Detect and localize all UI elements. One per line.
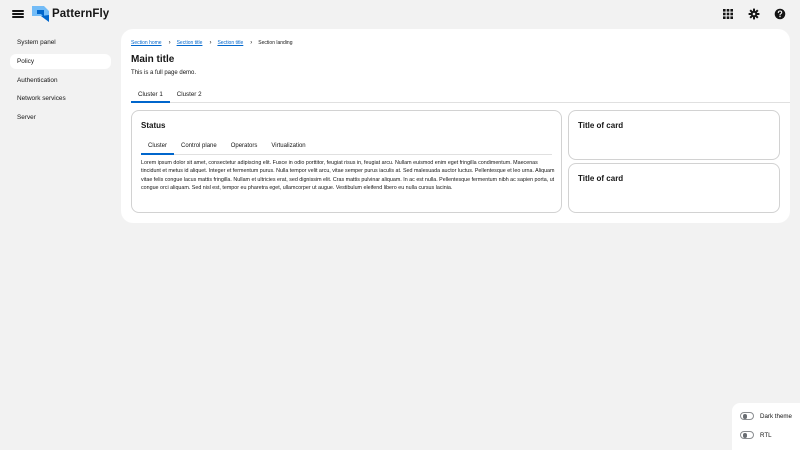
help-icon[interactable] bbox=[774, 8, 786, 20]
status-card: Status Cluster Control plane Operators V… bbox=[131, 110, 562, 213]
chevron-right-icon: › bbox=[250, 40, 253, 46]
status-card-body: Lorem ipsum dolor sit amet, consectetur … bbox=[141, 160, 555, 192]
tab-control-plane[interactable]: Control plane bbox=[174, 139, 224, 154]
tab-operators[interactable]: Operators bbox=[224, 139, 265, 154]
tab-cluster-1[interactable]: Cluster 1 bbox=[131, 87, 170, 103]
masthead: PatternFly bbox=[0, 0, 800, 28]
sidebar-item-network-services[interactable]: Network services bbox=[10, 91, 111, 106]
page-tabs: Cluster 1 Cluster 2 bbox=[131, 87, 790, 103]
sidebar-item-authentication[interactable]: Authentication bbox=[10, 73, 111, 88]
side-card-2-title: Title of card bbox=[578, 174, 624, 183]
tab-cluster[interactable]: Cluster bbox=[141, 139, 175, 155]
breadcrumb-current: Section landing bbox=[258, 40, 293, 46]
breadcrumb-link-section-home[interactable]: Section home bbox=[131, 40, 162, 46]
side-card-1: Title of card bbox=[568, 110, 780, 160]
sidebar-item-system-panel[interactable]: System panel bbox=[10, 35, 111, 50]
sidebar-nav: System panel Policy Authentication Netwo… bbox=[10, 35, 111, 129]
sidebar-item-policy[interactable]: Policy bbox=[10, 53, 111, 69]
rtl-label: RTL bbox=[760, 431, 772, 439]
status-card-title: Status bbox=[141, 121, 166, 130]
breadcrumb-link-section-title-1[interactable]: Section title bbox=[177, 40, 203, 46]
side-card-2: Title of card bbox=[568, 163, 780, 213]
dark-theme-switch[interactable] bbox=[740, 412, 754, 420]
page-title: Main title bbox=[131, 54, 175, 65]
theme-toggle-panel: Dark theme RTL bbox=[732, 403, 800, 450]
tab-virtualization[interactable]: Virtualization bbox=[264, 139, 312, 154]
grid-icon[interactable] bbox=[722, 8, 734, 20]
main-content: Section home › Section title › Section t… bbox=[121, 29, 790, 223]
brand-logo-link[interactable]: PatternFly bbox=[32, 6, 109, 22]
chevron-right-icon: › bbox=[168, 40, 171, 46]
rtl-toggle[interactable]: RTL bbox=[740, 431, 772, 439]
hamburger-menu-icon[interactable] bbox=[12, 8, 24, 20]
patternfly-logo-icon bbox=[32, 6, 49, 22]
rtl-switch[interactable] bbox=[740, 431, 754, 439]
status-tabs: Cluster Control plane Operators Virtuali… bbox=[141, 139, 552, 155]
gear-icon[interactable] bbox=[748, 8, 760, 20]
breadcrumb-link-section-title-2[interactable]: Section title bbox=[217, 40, 243, 46]
side-card-1-title: Title of card bbox=[578, 121, 624, 130]
sidebar-item-server[interactable]: Server bbox=[10, 110, 111, 125]
dark-theme-toggle[interactable]: Dark theme bbox=[740, 412, 792, 420]
page-description: This is a full page demo. bbox=[131, 70, 197, 76]
dark-theme-label: Dark theme bbox=[760, 412, 792, 420]
tab-cluster-2[interactable]: Cluster 2 bbox=[170, 87, 209, 102]
breadcrumb: Section home › Section title › Section t… bbox=[131, 40, 293, 46]
brand-name: PatternFly bbox=[52, 8, 110, 20]
header-tools bbox=[722, 8, 786, 20]
chevron-right-icon: › bbox=[209, 40, 212, 46]
